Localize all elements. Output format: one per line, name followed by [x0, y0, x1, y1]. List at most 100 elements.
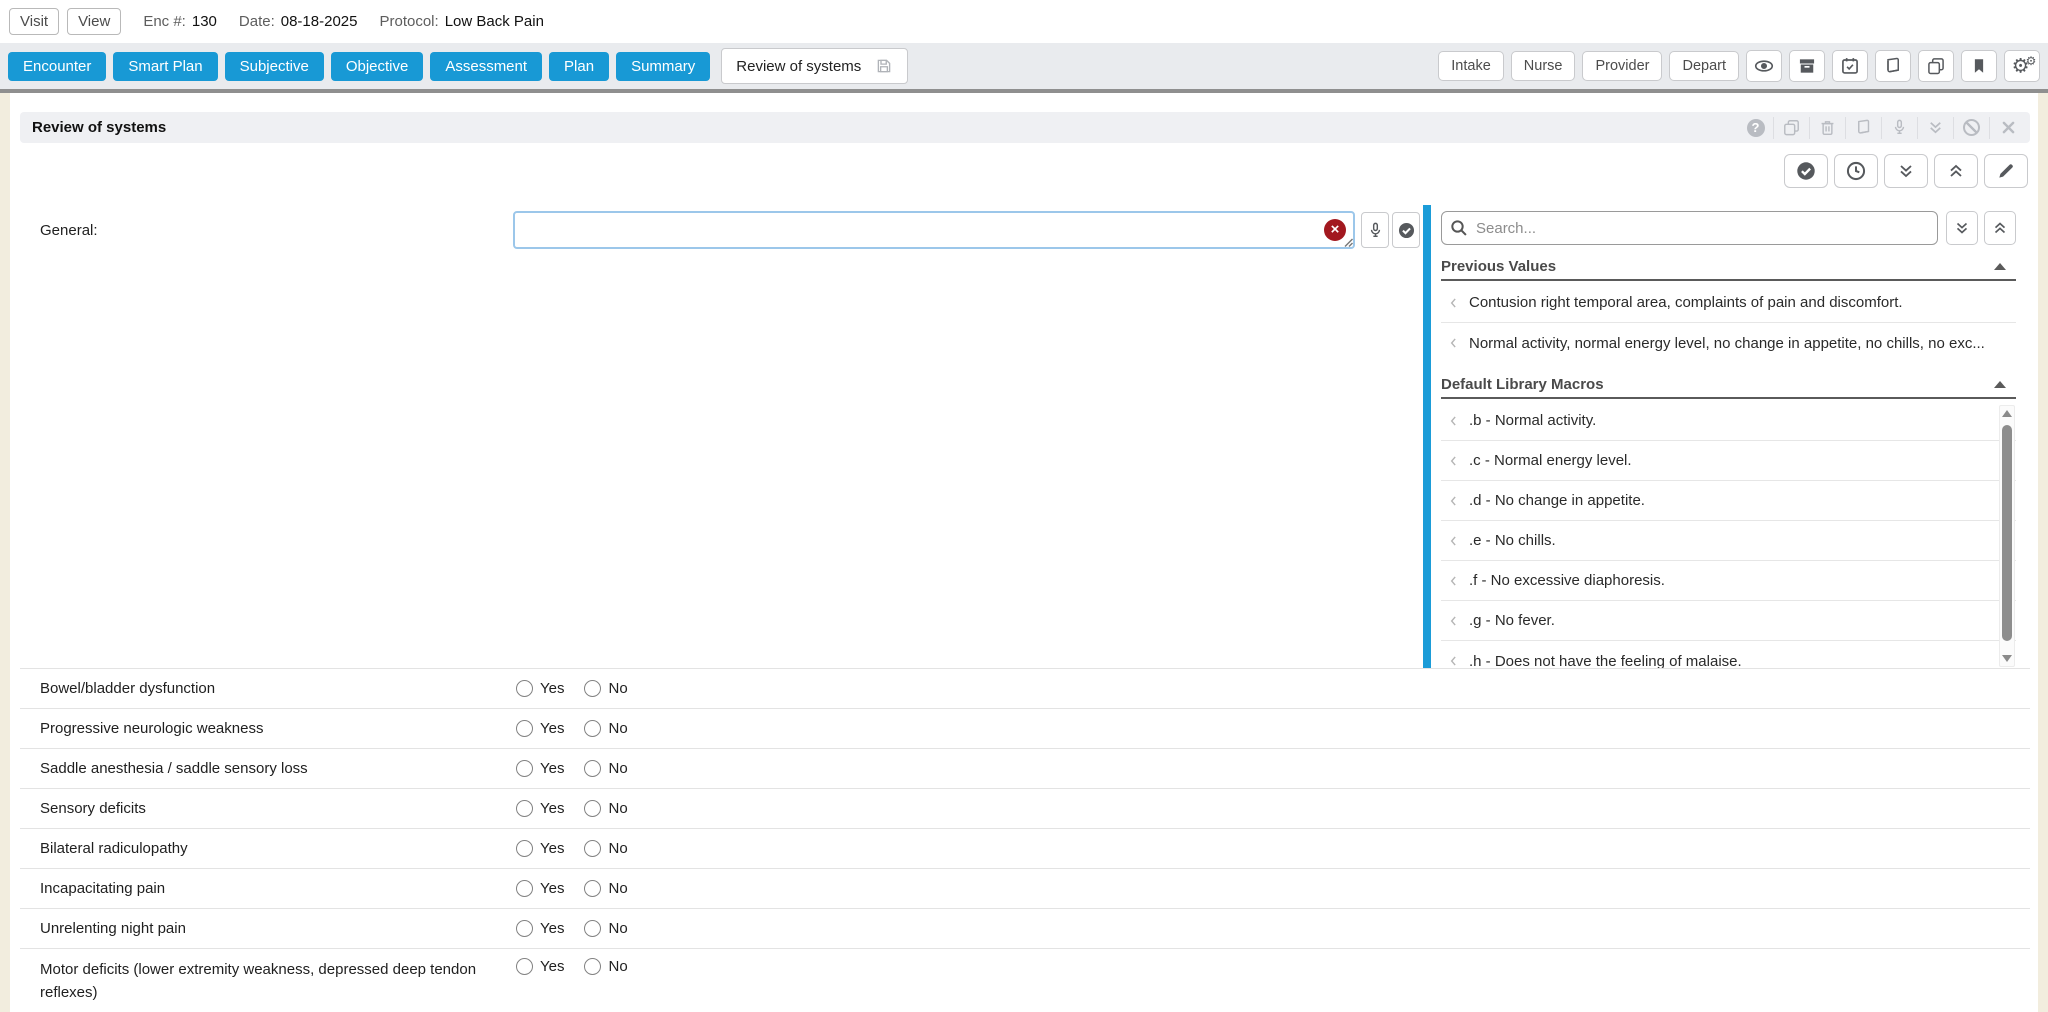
visit-button[interactable]: Visit [9, 8, 59, 35]
top-bar: Visit View Enc #: 130 Date: 08-18-2025 P… [0, 0, 2048, 43]
radio-yes[interactable]: Yes [516, 720, 564, 737]
scrollbar-thumb[interactable] [2002, 425, 2012, 641]
settings-gears-icon: ⚙⚙ [2012, 55, 2033, 77]
previous-value-item[interactable]: Contusion right temporal area, complaint… [1441, 283, 2016, 323]
dictate-button[interactable] [1361, 212, 1389, 248]
radio-no[interactable]: No [584, 800, 627, 817]
archive-button[interactable] [1789, 50, 1825, 82]
radio-circle-icon [584, 720, 601, 737]
macro-item[interactable]: .f - No excessive diaphoresis. [1441, 561, 2016, 601]
action-icon-row [1784, 154, 2030, 188]
calendar-check-icon [1840, 56, 1860, 76]
radio-circle-icon [516, 760, 533, 777]
stage-button[interactable]: Provider [1582, 51, 1662, 81]
scroll-up-icon[interactable] [2002, 410, 2012, 417]
radio-circle-icon [584, 840, 601, 857]
double-chevron-up-button[interactable] [1934, 154, 1978, 188]
trash-icon[interactable] [1810, 117, 1846, 139]
radio-no[interactable]: No [584, 958, 627, 975]
toolbar-right-group: IntakeNurseProviderDepart [1438, 50, 2040, 82]
check-circle-button[interactable] [1784, 154, 1828, 188]
left-edge-strip [0, 93, 10, 1012]
nav-tab-button[interactable]: Summary [616, 52, 710, 81]
save-icon [875, 57, 893, 75]
nav-tab-button[interactable]: Objective [331, 52, 424, 81]
nav-tab-button[interactable]: Smart Plan [113, 52, 217, 81]
calendar-check-button[interactable] [1832, 50, 1868, 82]
book-icon[interactable] [1846, 117, 1882, 139]
radio-yes[interactable]: Yes [516, 920, 564, 937]
radio-no[interactable]: No [584, 720, 627, 737]
radio-yes[interactable]: Yes [516, 760, 564, 777]
radio-no[interactable]: No [584, 680, 627, 697]
radio-yes[interactable]: Yes [516, 880, 564, 897]
bookmark-button[interactable] [1961, 50, 1997, 82]
nav-tab-button[interactable]: Assessment [430, 52, 542, 81]
radio-circle-icon [516, 920, 533, 937]
panel-collapse-up-button[interactable] [1984, 211, 2016, 245]
question-row: Progressive neurologic weakness Yes No [20, 708, 2030, 748]
macro-item[interactable]: .h - Does not have the feeling of malais… [1441, 641, 2016, 668]
double-chevron-up-icon [1991, 219, 2009, 237]
macro-item[interactable]: .d - No change in appetite. [1441, 481, 2016, 521]
general-input[interactable] [513, 211, 1355, 249]
settings-button[interactable]: ⚙⚙ [2004, 50, 2040, 82]
question-row: Bowel/bladder dysfunction Yes No [20, 668, 2030, 708]
encounter-number: Enc #: 130 [143, 13, 217, 30]
search-input[interactable] [1441, 211, 1938, 245]
archive-icon [1797, 56, 1817, 76]
clock-icon [1845, 160, 1867, 182]
close-icon[interactable] [1990, 117, 2026, 139]
active-tab-label: Review of systems [736, 58, 861, 75]
nav-tab-button[interactable]: Subjective [225, 52, 324, 81]
question-label: Bowel/bladder dysfunction [40, 677, 510, 700]
book-button[interactable] [1875, 50, 1911, 82]
microphone-icon[interactable] [1882, 117, 1918, 139]
radio-no[interactable]: No [584, 880, 627, 897]
tab-review-of-systems[interactable]: Review of systems [721, 48, 908, 84]
macro-scrollbar[interactable] [1999, 405, 2015, 667]
radio-circle-icon [584, 920, 601, 937]
collapse-triangle-icon[interactable] [1994, 381, 2006, 388]
insert-left-icon [1447, 574, 1461, 588]
stage-button[interactable]: Intake [1438, 51, 1504, 81]
view-button[interactable]: View [67, 8, 121, 35]
help-icon[interactable] [1738, 117, 1774, 139]
question-label: Motor deficits (lower extremity weakness… [40, 958, 510, 1004]
eye-button[interactable] [1746, 50, 1782, 82]
section-header: Review of systems [20, 112, 2030, 143]
clock-button[interactable] [1834, 154, 1878, 188]
radio-no[interactable]: No [584, 920, 627, 937]
radio-yes[interactable]: Yes [516, 840, 564, 857]
panel-collapse-down-button[interactable] [1946, 211, 1978, 245]
radio-yes[interactable]: Yes [516, 680, 564, 697]
nav-tab-button[interactable]: Encounter [8, 52, 106, 81]
pencil-button[interactable] [1984, 154, 2028, 188]
radio-no[interactable]: No [584, 840, 627, 857]
copy-icon[interactable] [1774, 117, 1810, 139]
macro-item[interactable]: .b - Normal activity. [1441, 401, 2016, 441]
macro-item[interactable]: .c - Normal energy level. [1441, 441, 2016, 481]
confirm-field-button[interactable] [1392, 212, 1420, 248]
nav-tab-button[interactable]: Plan [549, 52, 609, 81]
radio-yes[interactable]: Yes [516, 800, 564, 817]
previous-value-item[interactable]: Normal activity, normal energy level, no… [1441, 323, 2016, 363]
copy-button[interactable] [1918, 50, 1954, 82]
stage-button[interactable]: Depart [1669, 51, 1739, 81]
stage-button[interactable]: Nurse [1511, 51, 1576, 81]
copy-icon [1926, 56, 1946, 76]
resize-handle-icon[interactable] [1343, 237, 1354, 248]
macro-list: .b - Normal activity. .c - Normal energy… [1441, 401, 2016, 668]
double-chevron-down-button[interactable] [1884, 154, 1928, 188]
macro-item[interactable]: .e - No chills. [1441, 521, 2016, 561]
radio-no[interactable]: No [584, 760, 627, 777]
macro-item[interactable]: .g - No fever. [1441, 601, 2016, 641]
collapse-triangle-icon[interactable] [1994, 263, 2006, 270]
scroll-down-icon[interactable] [2002, 655, 2012, 662]
insert-left-icon [1447, 296, 1461, 310]
general-field-wrap [513, 211, 1355, 249]
book-icon [1883, 56, 1903, 76]
ban-icon[interactable] [1954, 117, 1990, 139]
double-chevron-down-icon[interactable] [1918, 117, 1954, 139]
radio-yes[interactable]: Yes [516, 958, 564, 975]
